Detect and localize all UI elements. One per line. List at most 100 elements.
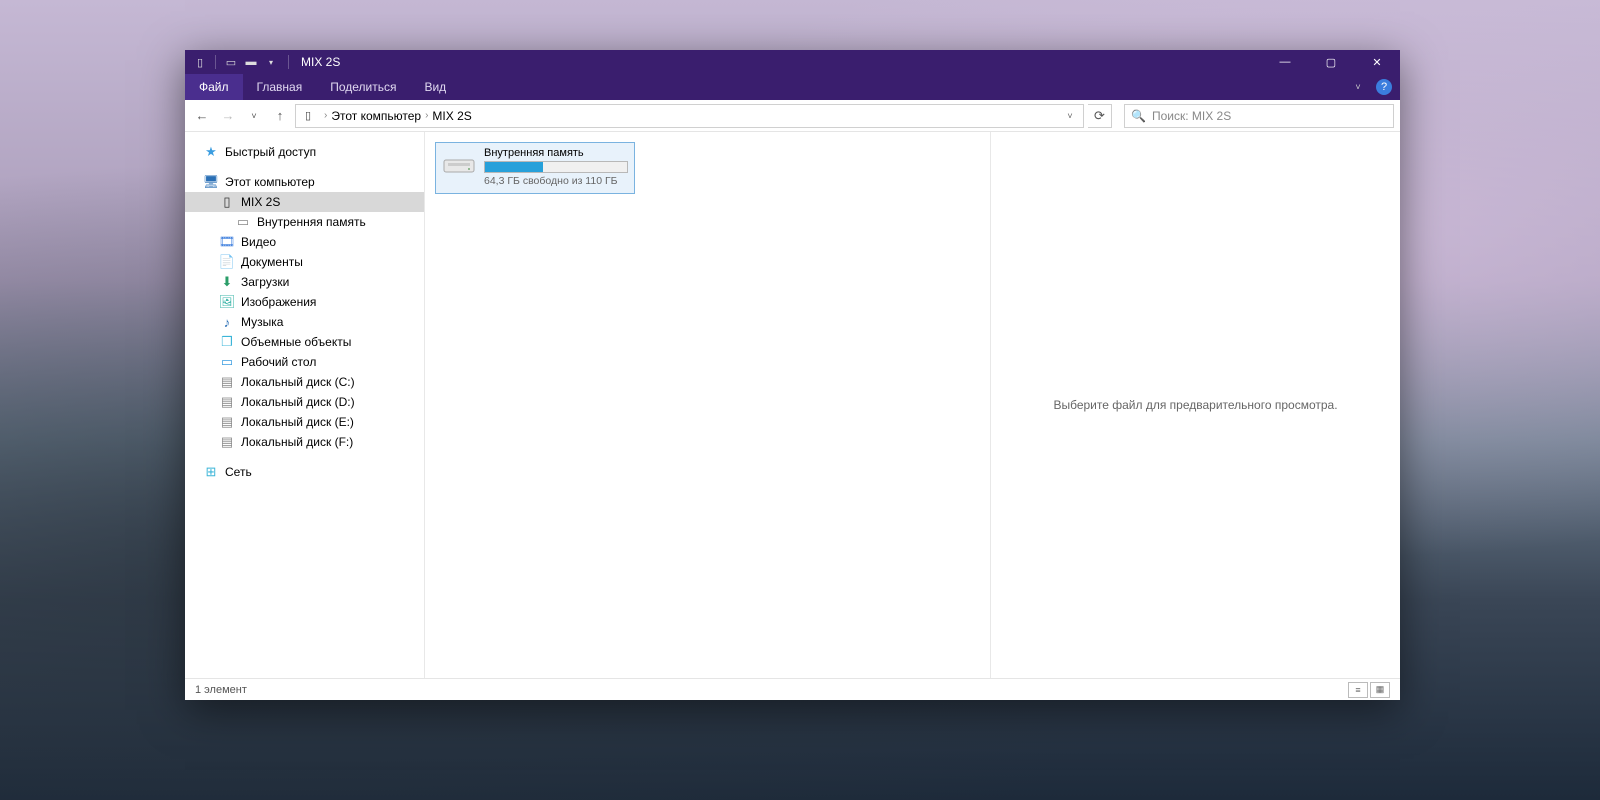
titlebar[interactable]: ▯ ▭ ▬ ▾ MIX 2S — ▢ ✕ (185, 50, 1400, 74)
sidebar-item-label: Локальный диск (C:) (241, 375, 355, 389)
star-icon: ★ (203, 144, 219, 160)
quick-access-toolbar: ▯ ▭ ▬ ▾ (185, 55, 286, 69)
sidebar-item-label: Объемные объекты (241, 335, 351, 349)
breadcrumb-pc[interactable]: Этот компьютер (331, 109, 421, 123)
view-tiles-button[interactable]: ▦ (1370, 682, 1390, 698)
ribbon-tab-file[interactable]: Файл (185, 74, 243, 100)
search-placeholder: Поиск: MIX 2S (1152, 109, 1231, 123)
drive-capacity-bar (484, 161, 628, 173)
drive-tile-internal-storage[interactable]: Внутренняя память 64,3 ГБ свободно из 11… (435, 142, 635, 194)
disk-icon: ▤ (219, 374, 235, 390)
desktop-icon: ▭ (219, 354, 235, 370)
image-icon: 🖼 (219, 294, 235, 310)
sidebar-disk-f[interactable]: ▤Локальный диск (F:) (185, 432, 424, 452)
sidebar-item-label: MIX 2S (241, 195, 280, 209)
search-icon: 🔍 (1131, 109, 1146, 123)
body: ★ Быстрый доступ 🖥 Этот компьютер ▯ MIX … (185, 132, 1400, 678)
folder-icon[interactable]: ▬ (244, 55, 258, 69)
sidebar-desktop[interactable]: ▭Рабочий стол (185, 352, 424, 372)
minimize-button[interactable]: — (1262, 50, 1308, 74)
breadcrumb-device[interactable]: MIX 2S (432, 109, 471, 123)
sidebar-item-label: Внутренняя память (257, 215, 366, 229)
sidebar-downloads[interactable]: ⬇ Загрузки (185, 272, 424, 292)
ribbon-tab-view[interactable]: Вид (410, 74, 460, 100)
disk-icon: ▤ (219, 394, 235, 410)
sidebar-item-label: Сеть (225, 465, 252, 479)
document-icon: 📄 (219, 254, 235, 270)
cube-icon: ❒ (219, 334, 235, 350)
status-item-count: 1 элемент (195, 684, 247, 696)
sidebar-internal-storage[interactable]: ▭ Внутренняя память (185, 212, 424, 232)
sidebar-documents[interactable]: 📄 Документы (185, 252, 424, 272)
ribbon-tab-share[interactable]: Поделиться (316, 74, 410, 100)
disk-icon: ▤ (219, 434, 235, 450)
sidebar-videos[interactable]: 🎞 Видео (185, 232, 424, 252)
status-bar: 1 элемент ≡ ▦ (185, 678, 1400, 700)
sidebar-item-label: Локальный диск (D:) (241, 395, 355, 409)
video-icon: 🎞 (219, 234, 235, 250)
view-details-button[interactable]: ≡ (1348, 682, 1368, 698)
drive-icon (442, 147, 476, 181)
separator (288, 55, 289, 69)
sidebar-disk-c[interactable]: ▤ Локальный диск (C:) (185, 372, 424, 392)
preview-empty-text: Выберите файл для предварительного просм… (1053, 398, 1337, 412)
sidebar-item-label: Видео (241, 235, 276, 249)
drive-info: Внутренняя память 64,3 ГБ свободно из 11… (484, 147, 628, 187)
close-button[interactable]: ✕ (1354, 50, 1400, 74)
up-button[interactable]: ↑ (269, 104, 291, 128)
drive-free-text: 64,3 ГБ свободно из 110 ГБ (484, 175, 628, 187)
chevron-right-icon[interactable]: › (425, 110, 428, 121)
address-bar[interactable]: ▯ › Этот компьютер › MIX 2S ˅ (295, 104, 1084, 128)
download-icon: ⬇ (219, 274, 235, 290)
phone-icon: ▯ (219, 194, 235, 210)
sidebar-device-mix2s[interactable]: ▯ MIX 2S (185, 192, 424, 212)
disk-icon: ▤ (219, 414, 235, 430)
navbar: ← → ˅ ↑ ▯ › Этот компьютер › MIX 2S ˅ ⟳ … (185, 100, 1400, 132)
properties-icon[interactable]: ▭ (224, 55, 238, 69)
monitor-icon: 🖥 (203, 174, 219, 190)
search-input[interactable]: 🔍 Поиск: MIX 2S (1124, 104, 1394, 128)
device-icon: ▯ (193, 55, 207, 69)
sidebar-disk-d[interactable]: ▤ Локальный диск (D:) (185, 392, 424, 412)
sidebar-music[interactable]: ♪ Музыка (185, 312, 424, 332)
view-toggle: ≡ ▦ (1348, 682, 1390, 698)
content-pane[interactable]: Внутренняя память 64,3 ГБ свободно из 11… (425, 132, 990, 678)
help-icon[interactable]: ? (1376, 79, 1392, 95)
network-icon: ⊞ (203, 464, 219, 480)
address-dropdown-icon[interactable]: ˅ (1061, 111, 1079, 121)
forward-button[interactable]: → (217, 104, 239, 128)
sidebar-network[interactable]: ⊞ Сеть (185, 462, 424, 482)
maximize-button[interactable]: ▢ (1308, 50, 1354, 74)
drive-capacity-fill (485, 162, 543, 172)
window-controls: — ▢ ✕ (1262, 50, 1400, 74)
drive-icon: ▭ (235, 214, 251, 230)
sidebar: ★ Быстрый доступ 🖥 Этот компьютер ▯ MIX … (185, 132, 425, 678)
history-dropdown[interactable]: ˅ (243, 104, 265, 128)
sidebar-item-label: Музыка (241, 315, 283, 329)
window-title: MIX 2S (301, 55, 340, 69)
chevron-right-icon[interactable]: › (324, 110, 327, 121)
drive-name: Внутренняя память (484, 147, 628, 159)
music-icon: ♪ (219, 314, 235, 330)
qat-dropdown-icon[interactable]: ▾ (264, 55, 278, 69)
sidebar-3d-objects[interactable]: ❒ Объемные объекты (185, 332, 424, 352)
sidebar-quick-access[interactable]: ★ Быстрый доступ (185, 142, 424, 162)
sidebar-disk-e[interactable]: ▤ Локальный диск (E:) (185, 412, 424, 432)
sidebar-item-label: Этот компьютер (225, 175, 315, 189)
sidebar-pictures[interactable]: 🖼 Изображения (185, 292, 424, 312)
explorer-window: ▯ ▭ ▬ ▾ MIX 2S — ▢ ✕ Файл Главная Подели… (185, 50, 1400, 700)
preview-pane: Выберите файл для предварительного просм… (990, 132, 1400, 678)
sidebar-item-label: Быстрый доступ (225, 145, 316, 159)
ribbon: Файл Главная Поделиться Вид ˅ ? (185, 74, 1400, 100)
ribbon-collapse-icon[interactable]: ˅ (1348, 74, 1368, 100)
sidebar-this-pc[interactable]: 🖥 Этот компьютер (185, 172, 424, 192)
separator (215, 55, 216, 69)
sidebar-item-label: Изображения (241, 295, 316, 309)
ribbon-tab-home[interactable]: Главная (243, 74, 317, 100)
sidebar-item-label: Загрузки (241, 275, 289, 289)
refresh-button[interactable]: ⟳ (1088, 104, 1112, 128)
sidebar-item-label: Документы (241, 255, 303, 269)
back-button[interactable]: ← (191, 104, 213, 128)
phone-icon: ▯ (300, 108, 316, 124)
sidebar-item-label: Локальный диск (E:) (241, 415, 354, 429)
